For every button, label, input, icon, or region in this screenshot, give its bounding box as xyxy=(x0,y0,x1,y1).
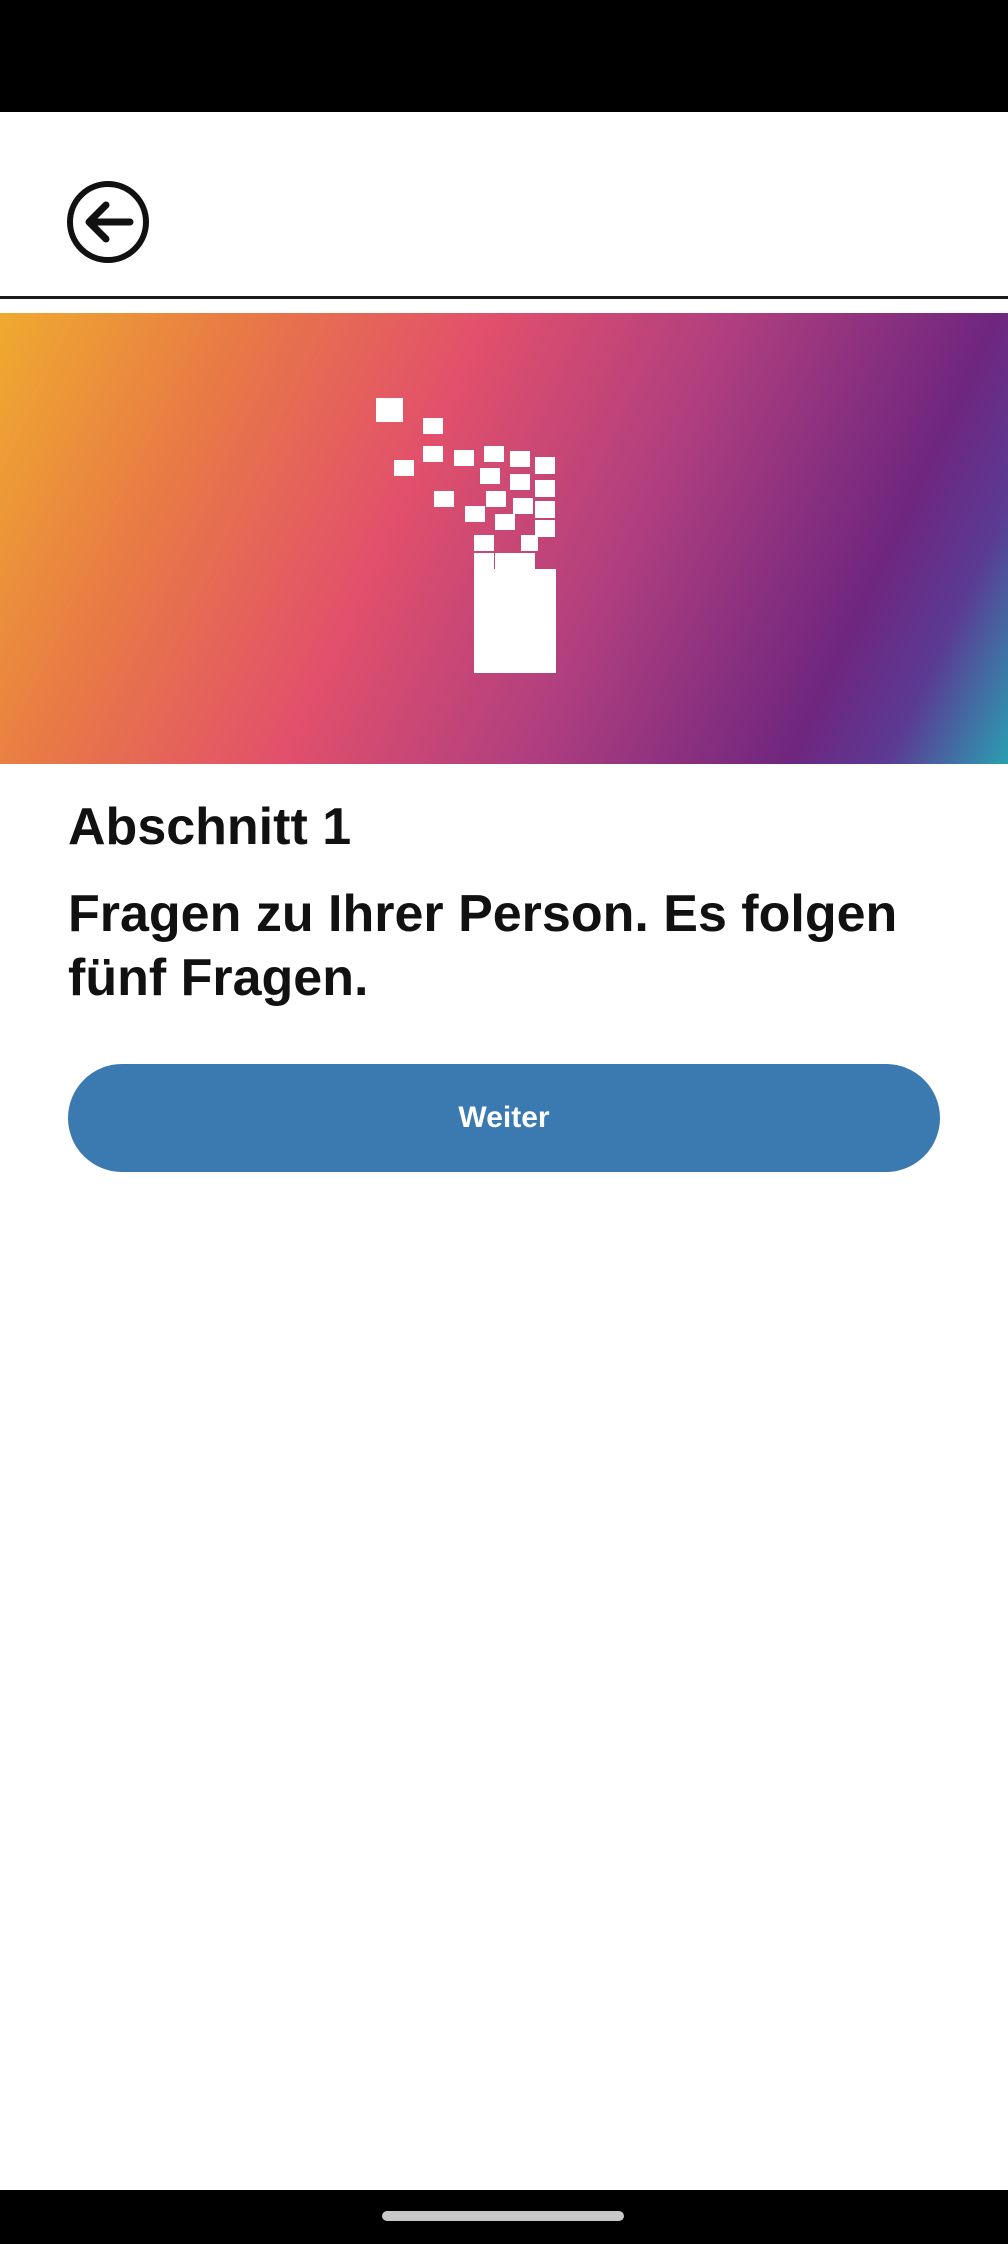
hero-banner xyxy=(0,313,1008,764)
pixel-bars-logo-icon xyxy=(376,398,556,673)
status-bar xyxy=(0,0,1008,112)
header-divider xyxy=(0,296,1008,299)
continue-button[interactable]: Weiter xyxy=(68,1064,940,1172)
system-navigation-bar xyxy=(0,2190,1008,2244)
hero-logo xyxy=(370,393,570,693)
section-label: Abschnitt 1 xyxy=(68,798,352,856)
back-button[interactable] xyxy=(66,180,150,264)
app-bar xyxy=(0,112,1008,296)
home-indicator[interactable] xyxy=(382,2211,624,2221)
section-description: Fragen zu Ihrer Person. Es folgen fünf F… xyxy=(68,885,898,1007)
arrow-left-circle-icon xyxy=(67,181,149,263)
